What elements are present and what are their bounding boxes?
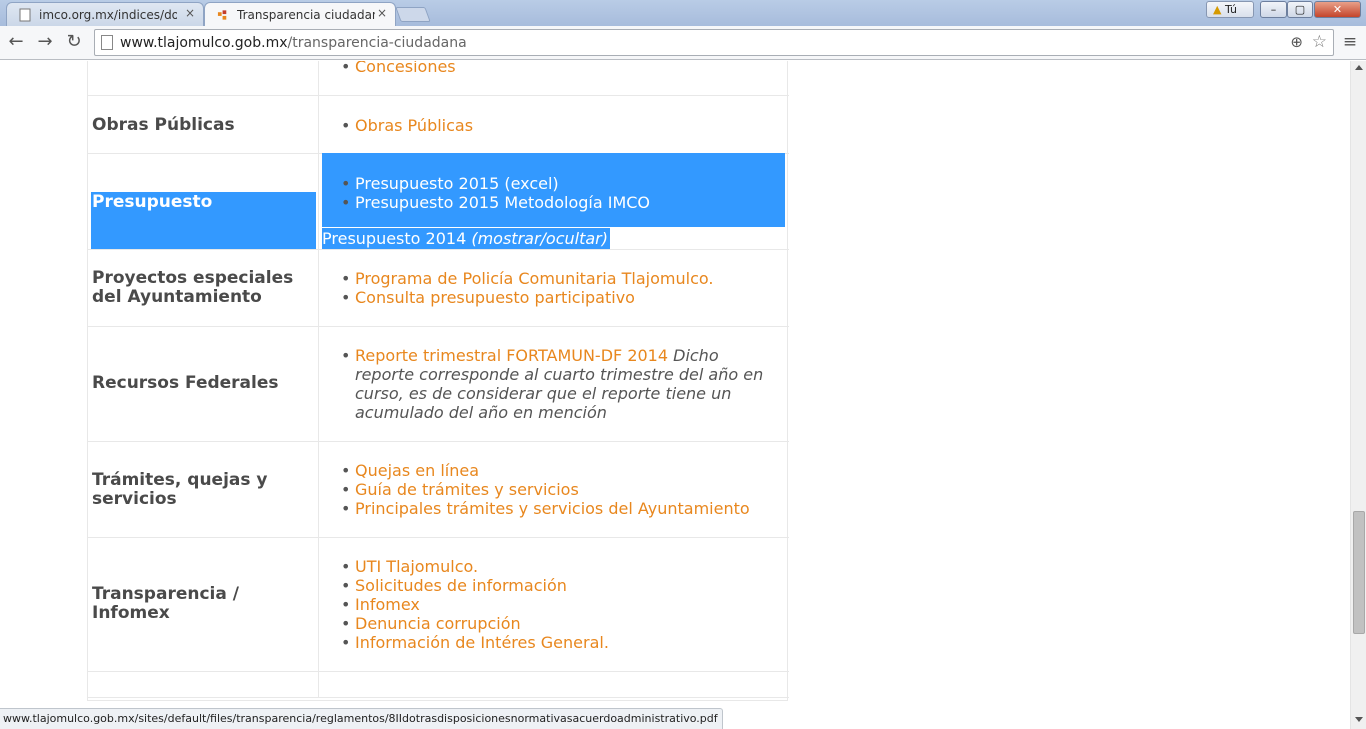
url-text[interactable]: www.tlajomulco.gob.mx/transparencia-ciud… — [120, 35, 467, 51]
link-solicitudes-informacion[interactable]: Solicitudes de información — [341, 576, 775, 595]
link-denuncia-corrupcion[interactable]: Denuncia corrupción — [341, 614, 775, 633]
scroll-down-icon[interactable] — [1355, 717, 1363, 722]
link-fortamun[interactable]: Reporte trimestral FORTAMUN-DF 2014 — [355, 346, 668, 365]
toggle-prefix: Presupuesto 2014 — [322, 229, 472, 248]
table-row: Transparencia / Infomex UTI Tlajomulco. … — [88, 538, 789, 672]
row-label-cell — [88, 672, 319, 697]
link-presupuesto-participativo[interactable]: Consulta presupuesto participativo — [341, 288, 775, 307]
scrollbar-thumb[interactable] — [1353, 511, 1365, 634]
bookmark-star-icon[interactable]: ☆ — [1312, 32, 1327, 52]
link-uti-tlajomulco[interactable]: UTI Tlajomulco. — [341, 557, 775, 576]
row-label-cell: Recursos Federales — [88, 327, 319, 441]
close-tab-icon[interactable]: × — [185, 6, 195, 20]
close-window-button[interactable]: ✕ — [1314, 1, 1361, 18]
maximize-button[interactable]: ▢ — [1287, 1, 1313, 18]
tab-title: imco.org.mx/indices/docu — [39, 8, 177, 22]
zoom-icon[interactable]: ⊕ — [1290, 33, 1303, 51]
row-links-cell: Obras Públicas — [319, 96, 789, 153]
table-row: Obras Públicas Obras Públicas — [88, 96, 789, 154]
link-presupuesto-2015-imco[interactable]: Presupuesto 2015 Metodología IMCO — [341, 193, 775, 212]
page-icon — [101, 35, 113, 50]
profile-label: Tú — [1224, 3, 1237, 16]
forward-arrow-icon[interactable]: → — [35, 32, 55, 52]
menu-icon[interactable]: ≡ — [1341, 32, 1359, 52]
tlajomulco-favicon-icon — [217, 10, 227, 20]
row-label-cell: Obras Públicas — [88, 96, 319, 153]
link-concesiones[interactable]: Concesiones — [341, 61, 775, 76]
page-icon — [19, 8, 31, 22]
tab-transparencia[interactable]: Transparencia ciudadana × — [204, 2, 396, 26]
vertical-scrollbar[interactable] — [1350, 61, 1366, 729]
status-bar: www.tlajomulco.gob.mx/sites/default/file… — [0, 708, 723, 729]
row-links-cell: Programa de Policía Comunitaria Tlajomul… — [319, 250, 789, 326]
row-label-cell: Trámites, quejas y servicios — [88, 442, 319, 537]
address-bar[interactable]: www.tlajomulco.gob.mx/transparencia-ciud… — [94, 29, 1334, 56]
table-row: Concesiones — [88, 61, 789, 96]
row-links-cell: UTI Tlajomulco. Solicitudes de informaci… — [319, 538, 789, 671]
back-arrow-icon[interactable]: ← — [6, 32, 26, 52]
row-label-cell — [88, 61, 319, 95]
link-obras-publicas[interactable]: Obras Públicas — [341, 116, 775, 135]
row-label: Proyectos especiales del Ayuntamiento — [92, 268, 294, 307]
table-row: Proyectos especiales del Ayuntamiento Pr… — [88, 250, 789, 327]
browser-toolbar: ← → ↻ www.tlajomulco.gob.mx/transparenci… — [0, 26, 1366, 60]
link-informacion-interes-general[interactable]: Información de Intéres General. — [341, 633, 775, 652]
row-label: Trámites, quejas y servicios — [92, 470, 268, 509]
toggle-link[interactable]: (mostrar/ocultar) — [471, 229, 608, 248]
link-guia-tramites[interactable]: Guía de trámites y servicios — [341, 480, 775, 499]
minimize-button[interactable]: – — [1260, 1, 1287, 18]
link-principales-tramites[interactable]: Principales trámites y servicios del Ayu… — [341, 499, 775, 518]
tab-title: Transparencia ciudadana — [237, 8, 375, 22]
row-label: Obras Públicas — [92, 115, 235, 135]
warning-icon: ▲ — [1213, 3, 1222, 16]
table-row — [88, 672, 789, 698]
link-infomex[interactable]: Infomex — [341, 595, 775, 614]
presupuesto-2014-toggle: Presupuesto 2014 (mostrar/ocultar) — [322, 228, 610, 249]
tab-imco[interactable]: imco.org.mx/indices/docu × — [6, 2, 204, 26]
new-tab-button[interactable] — [395, 7, 431, 22]
close-tab-icon[interactable]: × — [377, 6, 387, 20]
transparency-table: Concesiones Obras Públicas Obras Pública… — [87, 61, 789, 701]
scroll-up-icon[interactable] — [1355, 65, 1363, 70]
row-links-cell: Presupuesto 2015 (excel) Presupuesto 201… — [319, 153, 789, 249]
row-label-cell: Transparencia / Infomex — [88, 538, 319, 671]
row-label-cell: Proyectos especiales del Ayuntamiento — [88, 250, 319, 326]
row-label: Recursos Federales — [92, 373, 279, 393]
page-viewport: Concesiones Obras Públicas Obras Pública… — [0, 61, 1350, 729]
list-item: Reporte trimestral FORTAMUN-DF 2014 Dich… — [341, 346, 775, 422]
table-row: Recursos Federales Reporte trimestral FO… — [88, 327, 789, 442]
link-policia-comunitaria[interactable]: Programa de Policía Comunitaria Tlajomul… — [341, 269, 775, 288]
row-links-cell — [319, 672, 789, 697]
row-links-cell: Quejas en línea Guía de trámites y servi… — [319, 442, 789, 537]
row-label: Transparencia / Infomex — [92, 584, 239, 623]
row-label-cell: Presupuesto — [88, 154, 319, 249]
row-links-cell: Reporte trimestral FORTAMUN-DF 2014 Dich… — [319, 327, 789, 441]
row-links-cell: Concesiones — [319, 61, 789, 95]
link-presupuesto-2015-excel[interactable]: Presupuesto 2015 (excel) — [341, 174, 775, 193]
browser-titlebar: imco.org.mx/indices/docu × Transparencia… — [0, 0, 1366, 26]
row-label: Presupuesto — [92, 192, 213, 212]
link-quejas-en-linea[interactable]: Quejas en línea — [341, 461, 775, 480]
table-row: Trámites, quejas y servicios Quejas en l… — [88, 442, 789, 538]
table-row: Presupuesto Presupuesto 2015 (excel) Pre… — [88, 153, 789, 250]
profile-button[interactable]: ▲ Tú — [1206, 1, 1254, 18]
reload-icon[interactable]: ↻ — [64, 32, 84, 52]
